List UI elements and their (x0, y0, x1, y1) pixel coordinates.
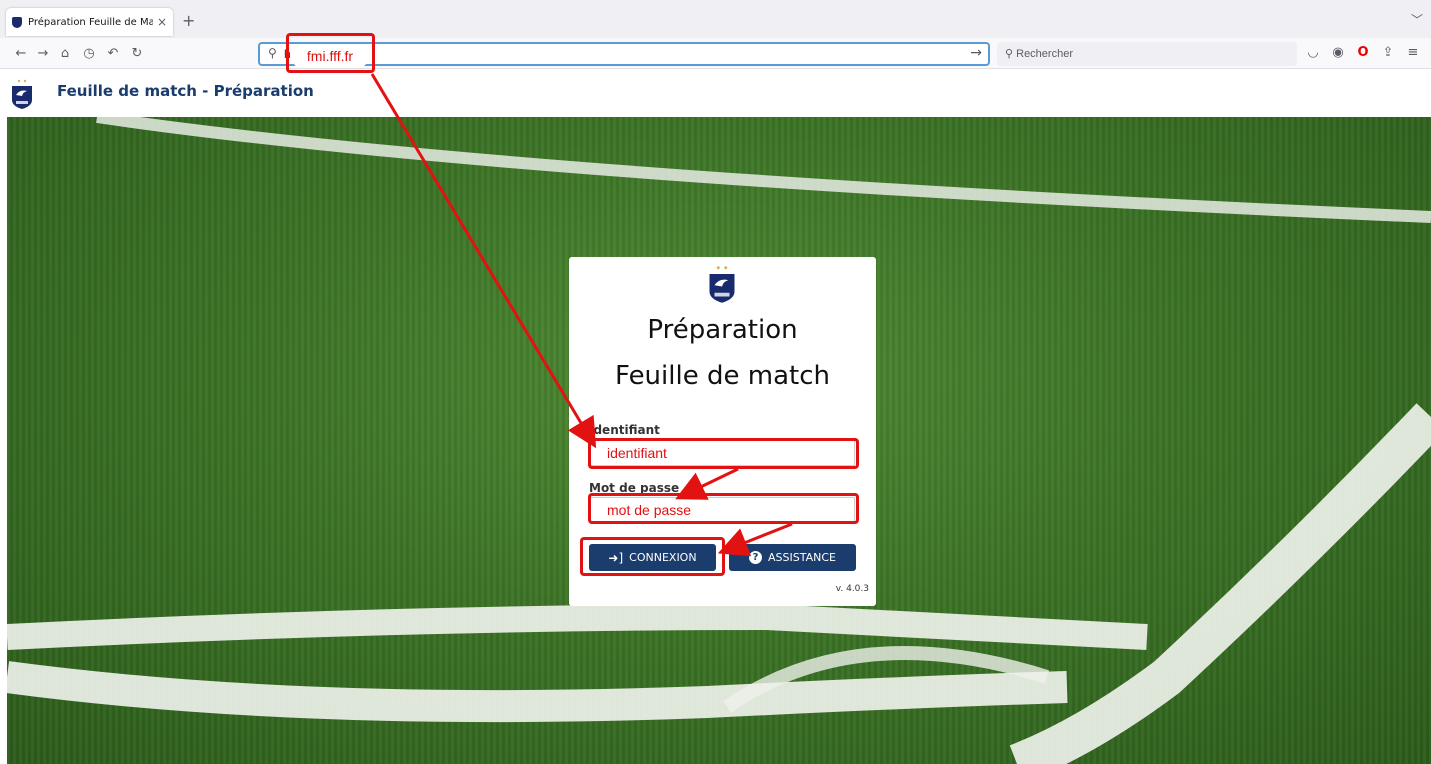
login-title-line2: Feuille de match (615, 361, 830, 391)
search-placeholder: Rechercher (1016, 48, 1073, 60)
home-icon[interactable]: ⌂ (54, 43, 76, 65)
password-label: Mot de passe (589, 481, 680, 495)
username-input[interactable] (590, 441, 854, 465)
fff-logo-icon (12, 79, 32, 109)
login-card: Préparation Feuille de match Identifiant… (569, 257, 876, 606)
search-icon: ⚲ (1005, 48, 1014, 60)
account-icon[interactable]: ◉ (1331, 44, 1345, 62)
question-circle-icon: ? (749, 551, 763, 564)
toolbar-icons: ◡ ◉ O ⇪ ≡ (1306, 44, 1420, 64)
forward-arrow-icon[interactable]: → (32, 43, 54, 65)
search-bar[interactable]: ⚲ Rechercher (997, 42, 1297, 66)
go-arrow-icon[interactable]: → (970, 45, 982, 61)
fff-logo-icon (709, 266, 735, 303)
url-annotation: fmi.fff.fr (292, 44, 368, 68)
username-field[interactable] (589, 440, 855, 466)
address-text: h (284, 47, 291, 61)
browser-tab-bar: Préparation Feuille de Match × + ﹀ (0, 0, 1431, 38)
new-tab-button[interactable]: + (182, 11, 195, 30)
back-arrow-icon[interactable]: ← (10, 43, 32, 65)
assistance-button[interactable]: ? ASSISTANCE (729, 544, 856, 571)
site-title: Feuille de match - Préparation (57, 82, 314, 100)
login-button-label: CONNEXION (629, 551, 697, 564)
pocket-icon[interactable]: ◡ (1306, 44, 1320, 62)
fff-favicon-icon (12, 16, 22, 28)
browser-tab[interactable]: Préparation Feuille de Match × (6, 8, 173, 36)
app-version: v. 4.0.3 (835, 584, 869, 594)
password-input[interactable] (590, 498, 854, 522)
tab-title: Préparation Feuille de Match (28, 16, 153, 28)
password-field[interactable] (589, 497, 855, 523)
menu-icon[interactable]: ≡ (1406, 44, 1420, 62)
reload-icon[interactable]: ↻ (126, 43, 148, 65)
browser-nav-bar: ← → ⌂ ◷ ↶ ↻ ⚲ h → ⚲ Rechercher ◡ ◉ O ⇪ ≡ (0, 38, 1431, 69)
login-title-line1: Préparation (647, 315, 798, 345)
site-header: Feuille de match - Préparation (0, 70, 1431, 117)
share-icon[interactable]: ⇪ (1381, 44, 1395, 62)
tab-list-chevron-icon[interactable]: ﹀ (1411, 11, 1423, 28)
extension-o-icon[interactable]: O (1356, 44, 1370, 62)
tab-close-icon[interactable]: × (157, 15, 167, 29)
username-label: Identifiant (589, 423, 660, 437)
address-search-icon: ⚲ (268, 46, 277, 60)
login-button[interactable]: ➜] CONNEXION (589, 544, 716, 571)
history-clock-icon[interactable]: ◷ (78, 43, 100, 65)
assistance-button-label: ASSISTANCE (768, 551, 836, 564)
undo-close-icon[interactable]: ↶ (102, 43, 124, 65)
sign-in-arrow-icon: ➜] (608, 550, 624, 565)
